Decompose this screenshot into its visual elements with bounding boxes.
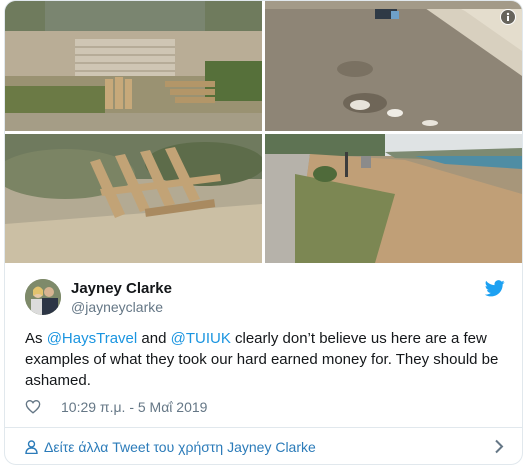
author-name[interactable]: Jayney Clarke — [71, 280, 172, 297]
person-icon — [25, 439, 38, 454]
tweet-photo-3[interactable] — [5, 134, 262, 263]
tweet-photo-2[interactable] — [265, 1, 522, 131]
tweet-timestamp[interactable]: 10:29 π.μ. - 5 Μαΐ 2019 — [61, 399, 207, 415]
more-tweets-label[interactable]: Δείτε άλλα Tweet του χρήστη Jayney Clark… — [44, 439, 316, 455]
avatar[interactable] — [25, 279, 61, 315]
author-handle[interactable]: @jayneyclarke — [71, 299, 163, 315]
tweet-photo-1[interactable] — [5, 1, 262, 131]
tweet-meta: 10:29 π.μ. - 5 Μαΐ 2019 — [25, 397, 325, 417]
twitter-bird-icon[interactable] — [485, 280, 505, 297]
tweet-photo-grid — [5, 1, 522, 263]
heart-icon[interactable] — [25, 399, 41, 414]
tweet-text-part: As — [25, 330, 47, 347]
info-icon[interactable] — [500, 9, 516, 25]
mention-link-tuiuk[interactable]: @TUIUK — [171, 330, 231, 347]
mention-link-haystravel[interactable]: @HaysTravel — [47, 330, 138, 347]
tweet-author[interactable]: Jayney Clarke @jayneyclarke — [25, 277, 505, 317]
tweet-text: As @HaysTravel and @TUIUK clearly don’t … — [25, 328, 505, 391]
chevron-right-icon[interactable] — [494, 439, 504, 454]
tweet-text-part: and — [137, 330, 171, 347]
more-tweets-link[interactable]: Δείτε άλλα Tweet του χρήστη Jayney Clark… — [5, 428, 522, 464]
tweet-photo-4[interactable] — [265, 134, 522, 263]
embedded-tweet-card: Jayney Clarke @jayneyclarke As @HaysTrav… — [4, 0, 523, 465]
